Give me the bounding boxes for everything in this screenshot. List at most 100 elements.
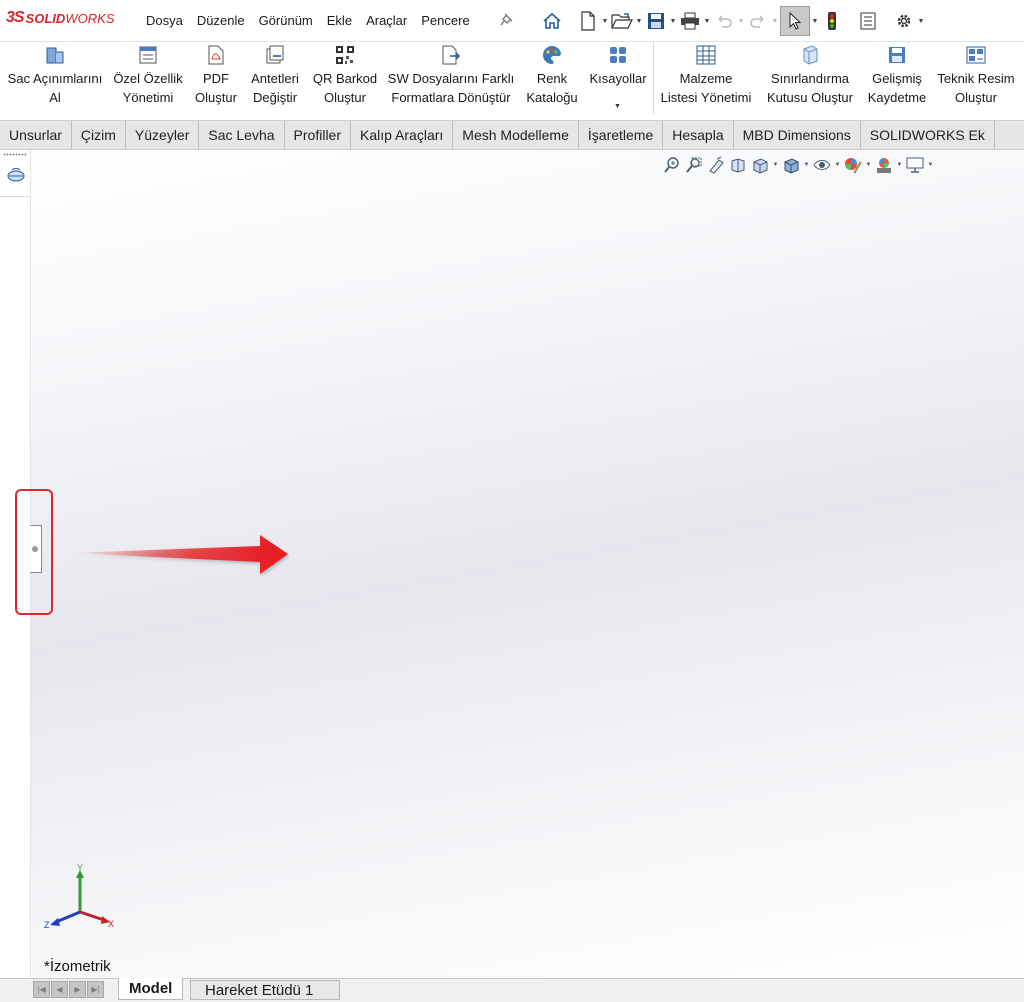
- solidworks-logo[interactable]: 3S SOLIDWORKS: [6, 9, 114, 27]
- section-view-icon[interactable]: [727, 154, 749, 176]
- tab-mesh-modelleme[interactable]: Mesh Modelleme: [453, 121, 579, 149]
- ds-logo-mark: 3S: [6, 9, 25, 26]
- ozel-ozellik-yonetimi-button[interactable]: Özel Özellik Yönetimi: [108, 44, 188, 107]
- teknik-resim-olustur-button[interactable]: Teknik Resim Oluştur: [934, 44, 1018, 107]
- triad-z-label: Z: [44, 920, 50, 930]
- tab-motion-study[interactable]: Hareket Etüdü 1: [190, 980, 340, 1000]
- redo-dropdown-icon[interactable]: ▼: [770, 18, 780, 25]
- tab-kalip-araclari[interactable]: Kalıp Araçları: [351, 121, 454, 149]
- view-settings-dropdown-icon[interactable]: ▼: [926, 162, 935, 168]
- triad-y-label: Y: [77, 863, 83, 873]
- qr-code-icon: [336, 46, 354, 64]
- open-folder-icon[interactable]: [610, 9, 634, 33]
- undo-icon[interactable]: [712, 9, 736, 33]
- menu-araclar[interactable]: Araçlar: [359, 13, 414, 28]
- file-properties-icon[interactable]: [856, 9, 880, 33]
- view-settings-icon[interactable]: [904, 154, 926, 176]
- next-tab-icon[interactable]: ▶: [69, 981, 86, 998]
- feature-manager-tree-icon[interactable]: [6, 166, 26, 186]
- tab-unsurlar[interactable]: Unsurlar: [0, 121, 72, 149]
- hide-show-items-icon[interactable]: [811, 154, 833, 176]
- tab-mbd-dimensions[interactable]: MBD Dimensions: [734, 121, 861, 149]
- prev-tab-icon[interactable]: ◀: [51, 981, 68, 998]
- zoom-to-fit-icon[interactable]: [661, 154, 683, 176]
- kisayollar-button[interactable]: Kısayollar: [586, 44, 650, 88]
- sac-acinimlari-al-button[interactable]: Sac Açınımlarını Al: [6, 44, 104, 107]
- shortcuts-dropdown-icon[interactable]: ▼: [614, 103, 621, 110]
- edit-appearance-dropdown-icon[interactable]: ▼: [864, 162, 873, 168]
- display-style-icon[interactable]: [780, 154, 802, 176]
- tab-sac-levha[interactable]: Sac Levha: [199, 121, 285, 149]
- sw-dosyalarini-donustur-button[interactable]: SW Dosyalarını Farklı Formatlara Dönüştü…: [385, 44, 517, 107]
- edit-appearance-icon[interactable]: [842, 154, 864, 176]
- command-manager-tabs: Unsurlar Çizim Yüzeyler Sac Levha Profil…: [0, 120, 1024, 150]
- menu-bar: 3S SOLIDWORKS Dosya Düzenle Görünüm Ekle…: [0, 0, 1024, 42]
- rebuild-traffic-light-icon[interactable]: [820, 9, 844, 33]
- heads-up-view-toolbar: ▼ ▼ ▼ ▼ ▼ ▼: [661, 154, 935, 176]
- display-style-dropdown-icon[interactable]: ▼: [802, 162, 811, 168]
- color-palette-icon: [543, 45, 561, 64]
- last-tab-icon[interactable]: ▶|: [87, 981, 104, 998]
- save-icon[interactable]: [644, 9, 668, 33]
- apply-scene-icon[interactable]: [873, 154, 895, 176]
- antetleri-degistir-button[interactable]: Antetleri Değiştir: [245, 44, 305, 107]
- menu-pencere[interactable]: Pencere: [414, 13, 476, 28]
- command-manager-ribbon: Sac Açınımlarını Al Özel Özellik Yönetim…: [0, 42, 1024, 120]
- select-cursor-icon[interactable]: [780, 6, 810, 36]
- pdf-icon: [208, 45, 224, 65]
- new-document-icon[interactable]: [576, 9, 600, 33]
- tab-model[interactable]: Model: [118, 978, 184, 1000]
- bom-table-icon: [696, 45, 716, 65]
- tab-cizim[interactable]: Çizim: [72, 121, 126, 149]
- tab-hesapla[interactable]: Hesapla: [663, 121, 734, 149]
- handle-dot-icon: [32, 546, 38, 552]
- renk-katalogu-button[interactable]: Renk Kataloğu: [522, 44, 582, 107]
- convert-files-icon: [442, 45, 461, 65]
- save-dropdown-icon[interactable]: ▼: [668, 18, 678, 25]
- undo-dropdown-icon[interactable]: ▼: [736, 18, 746, 25]
- title-block-icon: [266, 45, 284, 64]
- menu-dosya[interactable]: Dosya: [139, 13, 190, 28]
- menu-duzenle[interactable]: Düzenle: [190, 13, 252, 28]
- print-icon[interactable]: [678, 9, 702, 33]
- advanced-save-icon: [889, 47, 905, 63]
- quick-access-toolbar: ▼ ▼ ▼ ▼ ▼ ▼ ▼ ▼: [540, 6, 926, 36]
- expand-panel-handle[interactable]: [30, 525, 42, 573]
- open-dropdown-icon[interactable]: ▼: [634, 18, 644, 25]
- view-orientation-dropdown-icon[interactable]: ▼: [771, 162, 780, 168]
- menu-gorunum[interactable]: Görünüm: [252, 13, 320, 28]
- apply-scene-dropdown-icon[interactable]: ▼: [895, 162, 904, 168]
- pin-menu-icon[interactable]: [500, 12, 514, 26]
- malzeme-listesi-yonetimi-button[interactable]: Malzeme Listesi Yönetimi: [656, 44, 756, 107]
- pdf-olustur-button[interactable]: PDF Oluştur: [190, 44, 242, 107]
- options-gear-icon[interactable]: [892, 9, 916, 33]
- sheet-metal-flat-icon: [46, 47, 64, 64]
- tab-scroll-buttons: |◀ ◀ ▶ ▶|: [33, 981, 105, 998]
- gelismis-kaydetme-button[interactable]: Gelişmiş Kaydetme: [862, 44, 932, 107]
- tab-profiller[interactable]: Profiller: [285, 121, 352, 149]
- tab-solidworks-eklentiler[interactable]: SOLIDWORKS Ek: [861, 121, 995, 149]
- panel-grip[interactable]: [3, 153, 27, 156]
- print-dropdown-icon[interactable]: ▼: [702, 18, 712, 25]
- new-dropdown-icon[interactable]: ▼: [600, 18, 610, 25]
- hide-show-dropdown-icon[interactable]: ▼: [833, 162, 842, 168]
- zoom-to-area-icon[interactable]: [683, 154, 705, 176]
- qr-barkod-olustur-button[interactable]: QR Barkod Oluştur: [309, 44, 381, 107]
- options-dropdown-icon[interactable]: ▼: [916, 18, 926, 25]
- ribbon-separator: [653, 42, 654, 114]
- select-dropdown-icon[interactable]: ▼: [810, 18, 820, 25]
- sinirlandirma-kutusu-olustur-button[interactable]: Sınırlandırma Kutusu Oluştur: [760, 44, 860, 107]
- view-orientation-label: *İzometrik: [44, 958, 111, 975]
- menu-ekle[interactable]: Ekle: [320, 13, 359, 28]
- tab-isaretleme[interactable]: İşaretleme: [579, 121, 664, 149]
- bottom-tab-bar: |◀ ◀ ▶ ▶| Model Hareket Etüdü 1: [0, 978, 1024, 1002]
- home-icon[interactable]: [540, 9, 564, 33]
- redo-icon[interactable]: [746, 9, 770, 33]
- shortcuts-icon: [610, 47, 626, 63]
- drawing-create-icon: [966, 46, 986, 64]
- tab-yuzeyler[interactable]: Yüzeyler: [126, 121, 200, 149]
- view-orientation-icon[interactable]: [749, 154, 771, 176]
- previous-view-icon[interactable]: [705, 154, 727, 176]
- triad-x-label: X: [108, 919, 114, 929]
- first-tab-icon[interactable]: |◀: [33, 981, 50, 998]
